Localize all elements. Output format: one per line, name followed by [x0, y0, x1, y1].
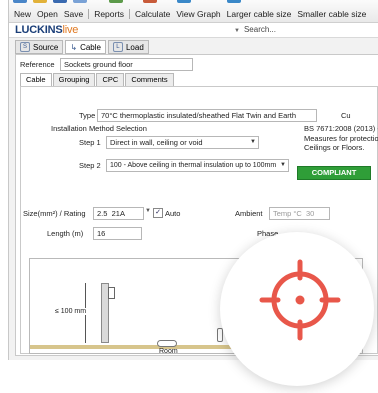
wall-cap [108, 287, 115, 299]
reference-label: Reference [20, 60, 55, 69]
step2-label: Step 2 [79, 161, 101, 170]
source-icon: S [20, 42, 30, 52]
subtab-cable[interactable]: Cable [20, 73, 52, 87]
step1-label: Step 1 [79, 138, 101, 147]
type-label: Type [79, 111, 96, 120]
load-icon: L [112, 42, 123, 52]
step2-select[interactable]: 100 - Above ceiling in thermal insulatio… [106, 159, 289, 172]
chevron-down-icon[interactable]: ▼ [234, 28, 240, 34]
larger-cable-icon[interactable] [177, 0, 191, 3]
length-label: Length (m) [47, 229, 84, 238]
save-icon[interactable] [53, 0, 67, 3]
open-icon[interactable] [33, 0, 47, 3]
tab-source[interactable]: S Source [15, 40, 64, 54]
toolbar-separator [88, 9, 90, 19]
new-icon[interactable] [13, 0, 27, 3]
subtab-comments[interactable]: Comments [125, 73, 174, 87]
ambient-label: Ambient [235, 209, 263, 218]
search-label: Search... [243, 25, 276, 34]
calculate-button[interactable]: Calculate [132, 9, 173, 19]
view-graph-button[interactable]: View Graph [173, 9, 223, 19]
document-tabs: S Source ↳ Cable L Load [15, 40, 149, 54]
save-button[interactable]: Save [61, 9, 86, 19]
new-button[interactable]: New [11, 9, 34, 19]
sub-tabs: Cable Grouping CPC Comments [20, 73, 174, 87]
tab-cable[interactable]: ↳ Cable [65, 40, 106, 54]
auto-checkbox[interactable]: ✓ [153, 208, 163, 218]
chevron-down-icon: ▼ [250, 139, 256, 145]
calculate-icon[interactable] [109, 0, 123, 3]
app-logo: LUCKINSlive [15, 24, 79, 36]
standard-label: BS 7671:2008 (2013) - 5 [304, 124, 378, 133]
cable-pipe [157, 340, 177, 347]
smaller-cable-size-button[interactable]: Smaller cable size [294, 9, 369, 19]
material-label: Cu [341, 111, 351, 120]
ambient-field[interactable]: Temp °C 30 [269, 207, 330, 220]
chevron-down-icon: ▼ [280, 162, 286, 168]
toolbar: New Open Save Reports Calculate View Gra… [9, 0, 378, 23]
dimension-label: ≤ 100 mm [55, 308, 87, 315]
overlay-circle [220, 232, 374, 386]
open-button[interactable]: Open [34, 9, 61, 19]
crosshair-icon [259, 259, 341, 341]
measures-text-2: Ceilings or Floors. [304, 143, 365, 152]
length-input[interactable]: 16 [93, 227, 142, 240]
search-box[interactable]: ▼ Search... [234, 25, 276, 34]
reports-button[interactable]: Reports [91, 9, 127, 19]
toolbar-separator [128, 9, 130, 19]
auto-label: Auto [165, 209, 181, 218]
measures-text-1: Measures for protection [304, 134, 378, 143]
smaller-cable-icon[interactable] [227, 0, 241, 3]
room-label: Room [159, 348, 178, 355]
subtab-cpc[interactable]: CPC [96, 73, 125, 87]
toolbar-icon-row [13, 0, 241, 3]
cable-icon: ↳ [70, 42, 78, 52]
step1-select[interactable]: Direct in wall, ceiling or void ▼ [106, 136, 259, 149]
subtab-grouping[interactable]: Grouping [52, 73, 96, 87]
graph-icon[interactable] [143, 0, 157, 3]
size-dropdown-arrow-icon[interactable]: ▼ [145, 208, 151, 214]
size-rating-label: Size(mm²) / Rating [23, 209, 86, 218]
larger-cable-size-button[interactable]: Larger cable size [224, 9, 295, 19]
brand-bar: LUCKINSlive ▼ Search... [9, 23, 378, 38]
size-rating-field[interactable]: 2.5 21A [93, 207, 144, 220]
compliance-badge: COMPLIANT [297, 166, 371, 180]
reports-icon[interactable] [73, 0, 87, 3]
type-field[interactable]: 70°C thermoplastic insulated/sheathed Fl… [97, 109, 317, 122]
installation-method-label: Installation Method Selection [51, 124, 147, 133]
tab-load[interactable]: L Load [107, 40, 149, 54]
reference-input[interactable]: Sockets ground floor [60, 58, 193, 71]
